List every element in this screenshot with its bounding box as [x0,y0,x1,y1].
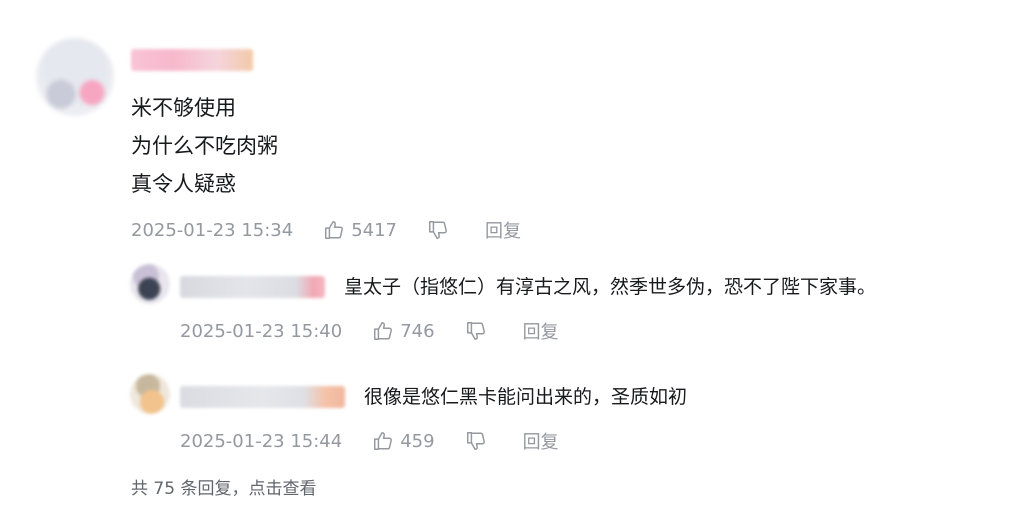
thumb-up-icon [372,430,400,452]
like-button[interactable]: 5417 [323,219,397,241]
thumb-down-icon [465,320,493,342]
reply-button[interactable]: 回复 [523,428,559,454]
reply-meta: 2025-01-23 15:44 459 回复 [180,428,559,454]
thumb-down-icon [427,219,455,241]
thumb-up-icon [372,320,400,342]
like-count: 746 [400,320,435,342]
username[interactable] [180,386,345,408]
avatar[interactable] [130,264,170,304]
like-button[interactable]: 746 [372,320,435,342]
avatar[interactable] [36,38,114,116]
timestamp: 2025-01-23 15:34 [131,219,294,241]
comment-content: 米不够使用 为什么不吃肉粥 真令人疑惑 [131,89,278,203]
comment-line: 为什么不吃肉粥 [131,134,278,158]
reply-content: 很像是悠仁黑卡能问出来的，圣质如初 [364,386,688,408]
thumb-down-icon [465,430,493,452]
reply-button[interactable]: 回复 [523,318,559,344]
dislike-button[interactable] [465,320,493,342]
reply-meta: 2025-01-23 15:40 746 回复 [180,318,559,344]
view-more-replies[interactable]: 共 75 条回复，点击查看 [131,478,316,500]
like-count: 5417 [351,219,398,241]
username[interactable] [180,276,325,298]
comment-line: 米不够使用 [131,96,236,120]
like-count: 459 [400,430,435,452]
avatar[interactable] [130,374,170,414]
dislike-button[interactable] [427,219,455,241]
timestamp: 2025-01-23 15:40 [180,320,343,342]
reply-button[interactable]: 回复 [485,217,521,243]
timestamp: 2025-01-23 15:44 [180,430,343,452]
reply-content: 皇太子（指悠仁）有淳古之风，然季世多伪，恐不了陛下家事。 [344,276,877,298]
dislike-button[interactable] [465,430,493,452]
comment-meta: 2025-01-23 15:34 5417 回复 [131,217,521,243]
thumb-up-icon [323,219,351,241]
like-button[interactable]: 459 [372,430,435,452]
comment-line: 真令人疑惑 [131,172,236,196]
username[interactable] [131,49,253,71]
